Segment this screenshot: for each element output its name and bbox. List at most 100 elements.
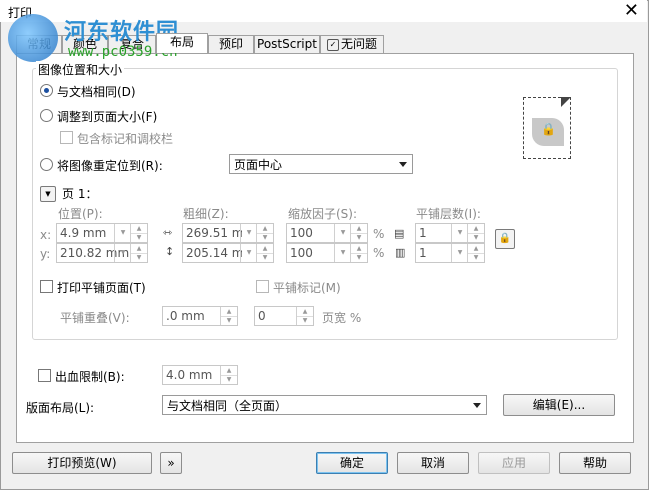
reposition-select[interactable]: 页面中心 (229, 154, 413, 174)
spin-down-icon[interactable]: ▼ (257, 233, 273, 242)
same-as-doc-radio[interactable] (40, 84, 53, 97)
y-label: y: (40, 247, 51, 261)
tile-marks-label: 平铺标记(M) (273, 281, 341, 295)
edit-button[interactable]: 编辑(E)... (503, 394, 615, 416)
position-header: 位置(P): (58, 207, 103, 221)
spin-down-icon[interactable]: ▼ (351, 233, 367, 242)
scale-y-field[interactable]: 100 ▼ ▲ ▼ (286, 243, 368, 263)
fit-to-page-label: 调整到页面大小(F) (57, 110, 158, 124)
scale-y-value: 100 (290, 246, 313, 260)
position-x-value: 4.9 mm (60, 226, 107, 240)
group-title: 图像位置和大小 (36, 61, 125, 78)
fit-to-page-radio[interactable] (40, 109, 53, 122)
tiles-header: 平铺层数(I): (416, 207, 481, 221)
expand-preview-button[interactable]: » (160, 452, 182, 474)
imposition-select[interactable]: 与文档相同（全页面） (162, 395, 487, 415)
page-fold-icon (561, 97, 571, 107)
size-height-field[interactable]: 205.14 mm ▼ ▲▼ (182, 243, 274, 263)
include-marks-checkbox[interactable] (60, 131, 73, 144)
reposition-label: 将图像重定位到(R): (57, 159, 163, 173)
lock-icon: 🔒 (498, 233, 512, 244)
x-label: x: (40, 228, 52, 242)
scale-x-value: 100 (290, 226, 313, 240)
bleed-checkbox[interactable] (38, 369, 51, 382)
spin-down-icon[interactable]: ▼ (297, 316, 313, 325)
spin-down-icon[interactable]: ▼ (131, 233, 147, 242)
dropdown-arrow-icon[interactable]: ▼ (451, 244, 468, 262)
chevron-down-icon (399, 162, 407, 167)
print-preview-button[interactable]: 打印预览(W) (12, 452, 152, 474)
tile-vertical-icon: ▥ (395, 246, 406, 259)
watermark-logo-icon (8, 14, 58, 62)
size-height-value: 205.14 mm (186, 246, 242, 260)
check-icon: ✓ (326, 38, 339, 51)
spin-down-icon[interactable]: ▼ (468, 233, 484, 242)
dropdown-arrow-icon[interactable]: ▼ (114, 244, 131, 262)
dropdown-arrow-icon[interactable]: ▼ (334, 244, 351, 262)
bleed-label: 出血限制(B): (55, 370, 125, 384)
spin-down-icon[interactable]: ▼ (221, 316, 237, 325)
scale-x-percent: % (373, 227, 385, 241)
spin-down-icon[interactable]: ▼ (131, 253, 147, 262)
tab-layout[interactable]: 布局 (156, 33, 208, 53)
spin-down-icon[interactable]: ▼ (468, 253, 484, 262)
size-width-value: 269.51 mm (186, 226, 242, 240)
dropdown-arrow-icon[interactable]: ▼ (451, 224, 468, 242)
apply-button[interactable]: 应用 (478, 452, 550, 474)
tab-label: PostScript (257, 37, 317, 51)
bleed-field[interactable]: 4.0 mm ▲ ▼ (162, 365, 238, 385)
expand-page-button[interactable]: ▼ (40, 186, 56, 202)
tiles-x-field[interactable]: 1 ▼ ▲ ▼ (415, 223, 485, 243)
tile-overlap-value: .0 mm (166, 309, 205, 323)
tab-issues[interactable]: ✓ 无问题 (320, 35, 384, 53)
double-chevron-right-icon: » (167, 456, 175, 470)
tab-postscript[interactable]: PostScript (254, 35, 320, 53)
page-label: 页 1： (62, 187, 98, 201)
dropdown-arrow-icon[interactable]: ▼ (240, 224, 257, 242)
tile-overlap-percent-value: 0 (258, 309, 266, 323)
tile-horizontal-icon: ▤ (394, 227, 405, 240)
tiles-y-field[interactable]: 1 ▼ ▲ ▼ (415, 243, 485, 263)
spin-down-icon[interactable]: ▼ (257, 253, 273, 262)
scale-header: 缩放因子(S): (288, 207, 358, 221)
tiles-y-value: 1 (419, 246, 427, 260)
page-width-percent-label: 页宽 % (322, 311, 362, 325)
position-y-field[interactable]: 210.82 mm ▼ ▲ ▼ (56, 243, 148, 263)
tab-label: 布局 (169, 35, 194, 49)
width-icon: ⇿ (163, 226, 173, 239)
tile-page-label: 打印平铺页面(T) (57, 281, 146, 295)
imposition-label: 版面布局(L): (26, 401, 95, 415)
chevron-down-icon (473, 403, 481, 408)
scale-x-field[interactable]: 100 ▼ ▲ ▼ (286, 223, 368, 243)
tile-overlap-label: 平铺重叠(V): (60, 311, 130, 325)
size-width-field[interactable]: 269.51 mm ▼ ▲▼ (182, 223, 274, 243)
tab-label: 预印 (218, 37, 243, 51)
scale-y-percent: % (373, 246, 385, 260)
tile-overlap-field[interactable]: .0 mm ▲ ▼ (162, 306, 238, 326)
dropdown-arrow-icon[interactable]: ▼ (114, 224, 131, 242)
spin-down-icon[interactable]: ▼ (221, 375, 237, 384)
spin-down-icon[interactable]: ▼ (351, 253, 367, 262)
page-preview: 🔒 (523, 97, 571, 159)
dropdown-arrow-icon[interactable]: ▼ (334, 224, 351, 242)
reposition-radio[interactable] (40, 158, 53, 171)
tab-prepress[interactable]: 预印 (208, 35, 254, 53)
ok-button[interactable]: 确定 (316, 452, 388, 474)
lock-icon: 🔒 (541, 122, 556, 136)
size-header: 粗细(Z): (183, 207, 229, 221)
dropdown-arrow-icon[interactable]: ▼ (240, 244, 257, 262)
imposition-value: 与文档相同（全页面） (167, 399, 288, 413)
bleed-value: 4.0 mm (166, 368, 213, 382)
tab-label: 无问题 (340, 37, 377, 51)
same-as-doc-label: 与文档相同(D) (57, 85, 136, 99)
tile-overlap-percent-field[interactable]: 0 ▲ ▼ (254, 306, 314, 326)
tiles-x-value: 1 (419, 226, 427, 240)
position-x-field[interactable]: 4.9 mm ▼ ▲ ▼ (56, 223, 148, 243)
tile-marks-checkbox[interactable] (256, 280, 269, 293)
lock-ratio-button[interactable]: 🔒 (495, 229, 515, 249)
help-button[interactable]: 帮助 (559, 452, 631, 474)
close-icon[interactable]: ✕ (624, 0, 639, 22)
cancel-button[interactable]: 取消 (397, 452, 469, 474)
tile-page-checkbox[interactable] (40, 280, 53, 293)
height-icon: ↕ (165, 245, 175, 258)
